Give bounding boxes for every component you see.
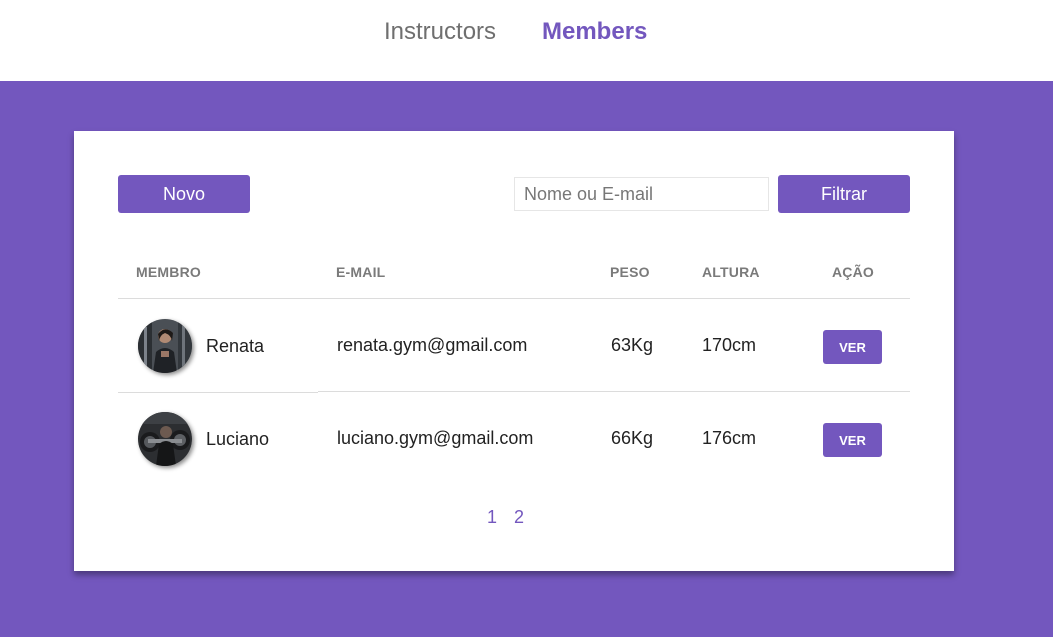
column-header-weight: PESO — [610, 264, 650, 280]
column-header-action: AÇÃO — [832, 264, 875, 280]
column-header-height: ALTURA — [702, 264, 760, 280]
view-member-button[interactable]: VER — [823, 330, 882, 364]
nav-link-instructors[interactable]: Instructors — [384, 18, 496, 46]
page-link-2[interactable]: 2 — [514, 507, 524, 528]
new-member-button[interactable]: Novo — [118, 175, 250, 213]
filter-button[interactable]: Filtrar — [778, 175, 910, 213]
page-link-1[interactable]: 1 — [487, 507, 497, 528]
top-navigation: Instructors Members — [0, 0, 1053, 81]
member-name: Luciano — [206, 429, 270, 449]
member-photo-luciano-icon — [138, 412, 192, 466]
view-member-button[interactable]: VER — [823, 423, 882, 457]
member-weight: 66Kg — [611, 428, 654, 448]
member-name: Renata — [206, 336, 265, 356]
avatar — [138, 412, 192, 466]
member-height: 176cm — [702, 428, 757, 448]
search-input[interactable] — [514, 177, 769, 211]
member-height: 170cm — [702, 335, 757, 355]
members-card: Novo Filtrar MEMBRO E-MAIL PESO ALTURA A… — [74, 131, 954, 571]
member-weight: 63Kg — [611, 335, 654, 355]
avatar — [138, 319, 192, 373]
table-row: Luciano luciano.gym@gmail.com 66Kg 176cm… — [118, 392, 910, 485]
member-email: luciano.gym@gmail.com — [337, 428, 534, 448]
member-email: renata.gym@gmail.com — [337, 335, 528, 355]
table-row: Renata renata.gym@gmail.com 63Kg 170cm V… — [118, 299, 910, 392]
column-header-email: E-MAIL — [336, 264, 386, 280]
nav-link-members[interactable]: Members — [542, 18, 647, 46]
column-header-member: MEMBRO — [136, 264, 201, 280]
member-photo-renata-icon — [138, 319, 192, 373]
